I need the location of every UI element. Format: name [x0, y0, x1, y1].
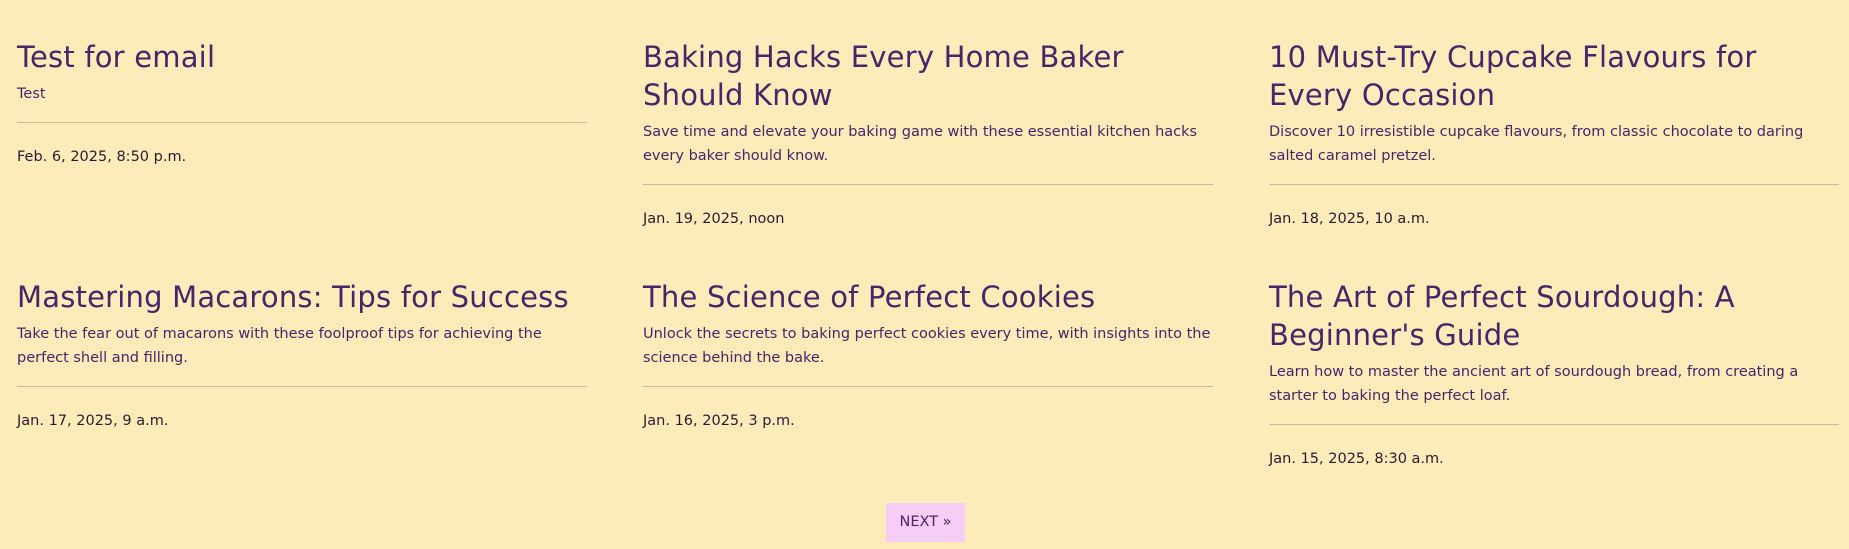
- post-grid: Test for email Test Feb. 6, 2025, 8:50 p…: [17, 38, 1840, 518]
- post-excerpt: Take the fear out of macarons with these…: [17, 326, 542, 366]
- post-title[interactable]: 10 Must-Try Cupcake Flavours for Every O…: [1269, 38, 1839, 114]
- post-card: 10 Must-Try Cupcake Flavours for Every O…: [1269, 38, 1839, 278]
- divider: [17, 386, 587, 387]
- pagination: NEXT »: [0, 503, 1849, 542]
- post-date: Jan. 18, 2025, 10 a.m.: [1269, 211, 1430, 227]
- post-card: Test for email Test Feb. 6, 2025, 8:50 p…: [17, 38, 587, 278]
- post-title[interactable]: Mastering Macarons: Tips for Success: [17, 278, 587, 316]
- post-title[interactable]: Baking Hacks Every Home Baker Should Kno…: [643, 38, 1213, 114]
- post-date: Jan. 17, 2025, 9 a.m.: [17, 413, 169, 429]
- divider: [17, 122, 587, 123]
- divider: [1269, 424, 1839, 425]
- next-page-button[interactable]: NEXT »: [886, 503, 965, 542]
- post-card: The Science of Perfect Cookies Unlock th…: [643, 278, 1213, 518]
- post-date: Jan. 16, 2025, 3 p.m.: [643, 413, 795, 429]
- post-title[interactable]: The Science of Perfect Cookies: [643, 278, 1213, 316]
- divider: [643, 386, 1213, 387]
- post-title[interactable]: The Art of Perfect Sourdough: A Beginner…: [1269, 278, 1839, 354]
- post-date: Jan. 19, 2025, noon: [643, 211, 785, 227]
- post-date: Jan. 15, 2025, 8:30 a.m.: [1269, 451, 1444, 467]
- divider: [643, 184, 1213, 185]
- post-date: Feb. 6, 2025, 8:50 p.m.: [17, 149, 187, 165]
- post-card: The Art of Perfect Sourdough: A Beginner…: [1269, 278, 1839, 518]
- post-title[interactable]: Test for email: [17, 38, 587, 76]
- post-excerpt: Save time and elevate your baking game w…: [643, 124, 1198, 164]
- divider: [1269, 184, 1839, 185]
- post-excerpt: Unlock the secrets to baking perfect coo…: [643, 326, 1211, 366]
- post-card: Baking Hacks Every Home Baker Should Kno…: [643, 38, 1213, 278]
- post-excerpt: Test: [17, 86, 46, 102]
- post-excerpt: Discover 10 irresistible cupcake flavour…: [1269, 124, 1804, 164]
- post-excerpt: Learn how to master the ancient art of s…: [1269, 364, 1799, 404]
- post-card: Mastering Macarons: Tips for Success Tak…: [17, 278, 587, 518]
